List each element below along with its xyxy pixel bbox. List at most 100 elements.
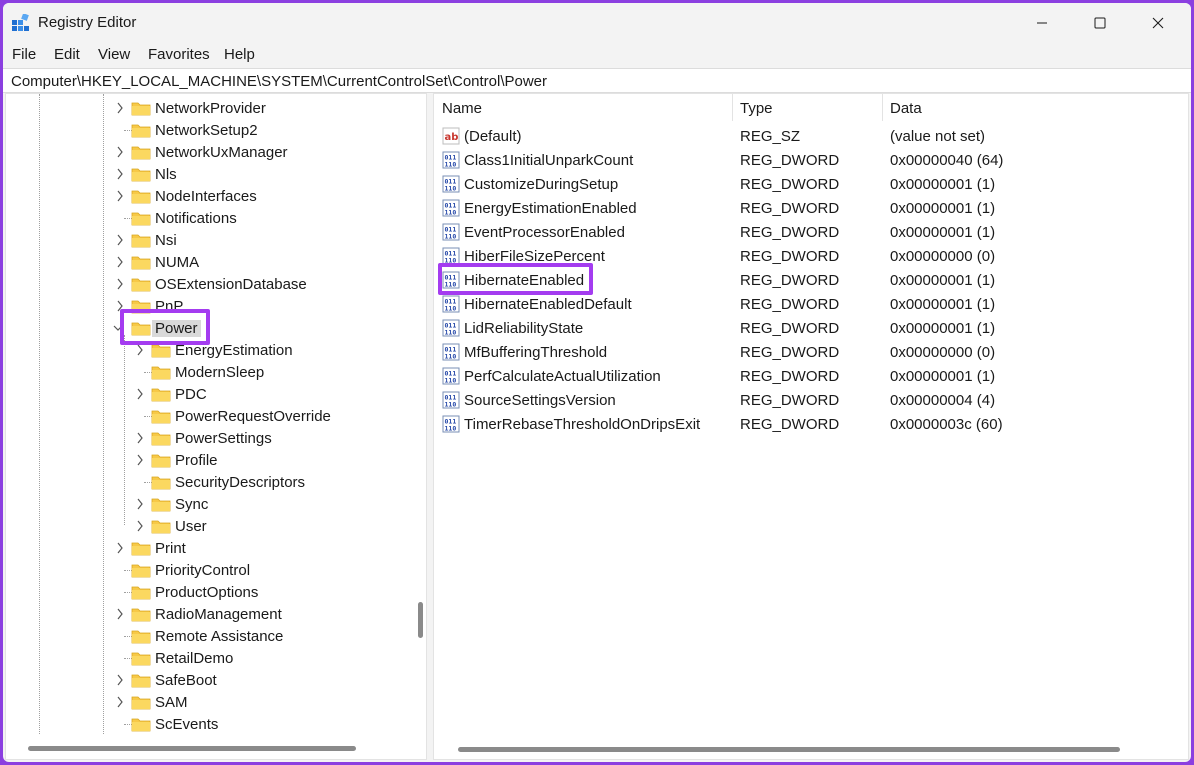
binary-value-icon: 011110 <box>442 199 460 217</box>
column-header-type[interactable]: Type <box>732 94 882 121</box>
address-bar[interactable]: Computer\HKEY_LOCAL_MACHINE\SYSTEM\Curre… <box>3 68 1191 93</box>
tree-item[interactable]: PDC <box>6 383 406 405</box>
chevron-right-icon[interactable] <box>114 540 126 556</box>
tree-item[interactable]: NodeInterfaces <box>6 185 406 207</box>
chevron-right-icon[interactable] <box>114 232 126 248</box>
value-row[interactable]: 011 110 EnergyEstimationEnabled REG_DWORD 0x… <box>434 196 1188 220</box>
chevron-right-icon[interactable] <box>134 430 146 446</box>
tree-item[interactable]: ModernSleep <box>6 361 406 383</box>
chevron-right-icon[interactable] <box>134 518 146 534</box>
chevron-right-icon[interactable] <box>114 672 126 688</box>
tree-item[interactable]: NUMA <box>6 251 406 273</box>
column-header-name[interactable]: Name <box>434 94 732 121</box>
folder-icon <box>131 168 151 182</box>
tree-item[interactable]: RetailDemo <box>6 647 406 669</box>
svg-text:110: 110 <box>445 329 457 337</box>
folder-icon <box>131 124 151 138</box>
tree-item[interactable]: PriorityControl <box>6 559 406 581</box>
tree-item[interactable]: SafeBoot <box>6 669 406 691</box>
value-type: REG_DWORD <box>740 320 840 337</box>
tree-item[interactable]: PowerSettings <box>6 427 406 449</box>
tree-item-label: Notifications <box>155 210 237 227</box>
value-name: TimerRebaseThresholdOnDripsExit <box>464 416 701 433</box>
tree-item[interactable]: OSExtensionDatabase <box>6 273 406 295</box>
tree-item-label: ScEvents <box>155 716 219 733</box>
tree-item[interactable]: SecurityDescriptors <box>6 471 406 493</box>
chevron-right-icon[interactable] <box>114 276 126 292</box>
minimize-button[interactable] <box>1013 3 1071 43</box>
chevron-right-icon[interactable] <box>114 606 126 622</box>
title-bar[interactable]: Registry Editor <box>3 3 1191 43</box>
menu-help[interactable]: Help <box>224 46 255 63</box>
chevron-right-icon[interactable] <box>114 188 126 204</box>
tree-item[interactable]: Nsi <box>6 229 406 251</box>
chevron-right-icon[interactable] <box>114 144 126 160</box>
menu-view[interactable]: View <box>98 46 130 63</box>
chevron-right-icon[interactable] <box>134 496 146 512</box>
value-data: (value not set) <box>890 128 986 145</box>
tree-item-label: PowerSettings <box>175 430 272 447</box>
tree-horizontal-scrollbar[interactable] <box>28 746 356 751</box>
column-header-data[interactable]: Data <box>882 94 1188 121</box>
value-type: REG_DWORD <box>740 176 840 193</box>
menu-file[interactable]: File <box>12 46 36 63</box>
value-row[interactable]: 011 110 EventProcessorEnabled REG_DWORD 0x00… <box>434 220 1188 244</box>
value-row[interactable]: 011 110 LidReliabilityState REG_DWORD 0x0000… <box>434 316 1188 340</box>
value-row[interactable]: 011 110 Class1InitialUnparkCount REG_DWORD 0… <box>434 148 1188 172</box>
tree-item[interactable]: ScEvents <box>6 713 406 735</box>
tree-vertical-scrollbar[interactable] <box>418 602 423 638</box>
tree-item[interactable]: Nls <box>6 163 406 185</box>
tree-item[interactable]: Profile <box>6 449 406 471</box>
tree-item[interactable]: Notifications <box>6 207 406 229</box>
menu-edit[interactable]: Edit <box>54 46 80 63</box>
address-path[interactable]: Computer\HKEY_LOCAL_MACHINE\SYSTEM\Curre… <box>11 73 547 90</box>
tree-item[interactable]: NetworkProvider <box>6 97 406 119</box>
chevron-right-icon[interactable] <box>114 694 126 710</box>
tree-item[interactable]: NetworkSetup2 <box>6 119 406 141</box>
value-row[interactable]: ab (Default) REG_SZ (value not set) <box>434 124 1188 148</box>
value-data: 0x00000000 (0) <box>890 248 996 265</box>
chevron-right-icon[interactable] <box>114 254 126 270</box>
tree-item[interactable]: NetworkUxManager <box>6 141 406 163</box>
tree-item[interactable]: SAM <box>6 691 406 713</box>
value-row[interactable]: 011 110 HibernateEnabled REG_DWORD 0x0000000… <box>434 263 1188 295</box>
folder-icon <box>131 256 151 270</box>
menu-favorites[interactable]: Favorites <box>148 46 210 63</box>
folder-icon <box>131 674 151 688</box>
key-tree-pane[interactable]: NetworkProvider NetworkSetup2 NetworkUxMan… <box>5 93 427 760</box>
svg-text:110: 110 <box>445 185 457 193</box>
tree-item-label: NodeInterfaces <box>155 188 257 205</box>
tree-item[interactable]: PowerRequestOverride <box>6 405 406 427</box>
value-row[interactable]: 011 110 CustomizeDuringSetup REG_DWORD 0x000… <box>434 172 1188 196</box>
value-type: REG_DWORD <box>740 248 840 265</box>
tree-item[interactable]: Print <box>6 537 406 559</box>
values-horizontal-scrollbar[interactable] <box>458 747 1120 752</box>
binary-value-icon: 011110 <box>442 295 460 313</box>
tree-item[interactable]: Sync <box>6 493 406 515</box>
chevron-right-icon[interactable] <box>134 452 146 468</box>
value-data: 0x00000001 (1) <box>890 320 996 337</box>
value-row[interactable]: 011 110 TimerRebaseThresholdOnDripsExit REG… <box>434 412 1188 436</box>
chevron-right-icon[interactable] <box>114 166 126 182</box>
value-row[interactable]: 011 110 HibernateEnabledDefault REG_DWORD 0x… <box>434 292 1188 316</box>
tree-item[interactable]: ProductOptions <box>6 581 406 603</box>
tree-item[interactable]: RadioManagement <box>6 603 406 625</box>
tree-item[interactable]: Remote Assistance <box>6 625 406 647</box>
value-row[interactable]: 011 110 MfBufferingThreshold REG_DWORD 0x000… <box>434 340 1188 364</box>
maximize-button[interactable] <box>1071 3 1129 43</box>
folder-icon <box>131 630 151 644</box>
value-type: REG_SZ <box>740 128 801 145</box>
column-header-name-label: Name <box>442 100 483 117</box>
power-key-highlight <box>120 309 210 345</box>
binary-value-icon: 011110 <box>442 175 460 193</box>
value-row[interactable]: 011 110 PerfCalculateActualUtilization REG_… <box>434 364 1188 388</box>
chevron-right-icon[interactable] <box>134 386 146 402</box>
tree-item[interactable]: User <box>6 515 406 537</box>
tree-item-label: SafeBoot <box>155 672 217 689</box>
value-row[interactable]: 011 110 SourceSettingsVersion REG_DWORD 0x00… <box>434 388 1188 412</box>
chevron-right-icon[interactable] <box>114 100 126 116</box>
folder-icon <box>131 564 151 578</box>
close-button[interactable] <box>1129 3 1187 43</box>
binary-value-icon: 011110 <box>442 319 460 337</box>
values-pane[interactable]: Name Type Data ab (Default) REG_SZ (value n… <box>433 93 1189 760</box>
